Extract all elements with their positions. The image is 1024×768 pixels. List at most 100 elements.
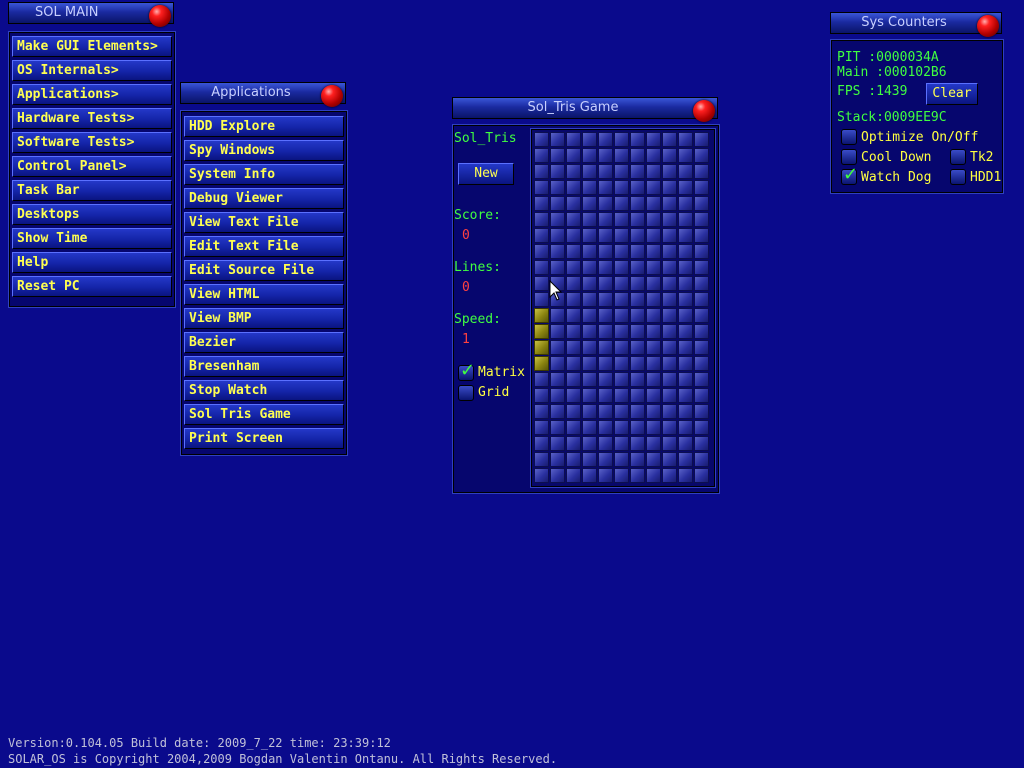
- board-cell: [550, 228, 565, 243]
- board-cell: [550, 260, 565, 275]
- soltris-title: Sol_Tris Game: [527, 100, 619, 115]
- menu-item-show-time[interactable]: Show Time: [12, 228, 172, 249]
- watch-dog-checkbox[interactable]: ✓: [841, 164, 858, 185]
- board-cell: [662, 308, 677, 323]
- cool-down-checkbox[interactable]: [841, 149, 857, 165]
- board-cell: [694, 260, 709, 275]
- menu-item-control-panel[interactable]: Control Panel>: [12, 156, 172, 177]
- board-cell: [694, 244, 709, 259]
- board-cell: [566, 292, 581, 307]
- menu-item-make-gui-elements[interactable]: Make GUI Elements>: [12, 36, 172, 57]
- board-cell: [566, 180, 581, 195]
- board-cell: [662, 468, 677, 483]
- menu-item-view-html[interactable]: View HTML: [184, 284, 344, 305]
- matrix-checkbox[interactable]: ✓: [458, 360, 475, 381]
- menu-item-reset-pc[interactable]: Reset PC: [12, 276, 172, 297]
- board-cell: [582, 228, 597, 243]
- board-cell: [614, 228, 629, 243]
- board-cell: [678, 228, 693, 243]
- board-cell: [598, 372, 613, 387]
- board-cell: [614, 260, 629, 275]
- board-cell: [582, 292, 597, 307]
- board-cell: [534, 196, 549, 211]
- menu-item-hdd-explore[interactable]: HDD Explore: [184, 116, 344, 137]
- board-cell: [598, 260, 613, 275]
- menu-item-stop-watch[interactable]: Stop Watch: [184, 380, 344, 401]
- close-ball-icon[interactable]: [149, 5, 171, 27]
- menu-item-help[interactable]: Help: [12, 252, 172, 273]
- menu-item-desktops[interactable]: Desktops: [12, 204, 172, 225]
- menu-item-bresenham[interactable]: Bresenham: [184, 356, 344, 377]
- menu-item-view-bmp[interactable]: View BMP: [184, 308, 344, 329]
- close-ball-icon[interactable]: [321, 85, 343, 107]
- board-cell: [582, 404, 597, 419]
- board-cell: [678, 148, 693, 163]
- board-cell: [694, 292, 709, 307]
- board-cell: [646, 164, 661, 179]
- board-cell: [678, 196, 693, 211]
- optimize-checkbox[interactable]: [841, 129, 857, 145]
- menu-item-print-screen[interactable]: Print Screen: [184, 428, 344, 449]
- sys-counters-titlebar[interactable]: Sys Counters: [830, 12, 1002, 37]
- board-cell: [678, 260, 693, 275]
- mouse-cursor-icon: [549, 280, 563, 301]
- board-cell: [662, 276, 677, 291]
- close-ball-icon[interactable]: [693, 100, 715, 122]
- optimize-label: Optimize On/Off: [861, 130, 979, 145]
- board-cell: [550, 452, 565, 467]
- board-cell: [614, 420, 629, 435]
- board-cell: [566, 372, 581, 387]
- board-cell: [694, 468, 709, 483]
- board-cell: [598, 388, 613, 403]
- menu-item-task-bar[interactable]: Task Bar: [12, 180, 172, 201]
- board-cell: [582, 308, 597, 323]
- applications-titlebar[interactable]: Applications: [180, 82, 346, 107]
- soltris-titlebar[interactable]: Sol_Tris Game: [452, 97, 718, 122]
- game-board[interactable]: [534, 132, 712, 484]
- board-cell: [646, 276, 661, 291]
- menu-item-edit-source-file[interactable]: Edit Source File: [184, 260, 344, 281]
- hdd1-checkbox[interactable]: [950, 169, 966, 185]
- board-cell: [566, 436, 581, 451]
- board-cell: [534, 388, 549, 403]
- board-cell: [582, 164, 597, 179]
- grid-checkbox[interactable]: [458, 385, 474, 401]
- tk2-label: Tk2: [970, 150, 994, 165]
- board-cell: [598, 356, 613, 371]
- menu-item-debug-viewer[interactable]: Debug Viewer: [184, 188, 344, 209]
- board-cell: [694, 228, 709, 243]
- soltris-window: Sol_Tris Game Sol_Tris New Score: 0 Line…: [452, 97, 722, 494]
- menu-item-view-text-file[interactable]: View Text File: [184, 212, 344, 233]
- board-cell: [598, 292, 613, 307]
- board-cell: [662, 436, 677, 451]
- board-cell: [582, 340, 597, 355]
- board-cell: [550, 164, 565, 179]
- board-cell: [614, 436, 629, 451]
- board-cell: [566, 452, 581, 467]
- board-cell: [582, 356, 597, 371]
- menu-item-hardware-tests[interactable]: Hardware Tests>: [12, 108, 172, 129]
- board-cell: [614, 308, 629, 323]
- board-cell: [598, 436, 613, 451]
- sol-main-titlebar[interactable]: SOL MAIN: [8, 2, 174, 27]
- applications-title: Applications: [211, 85, 291, 100]
- board-cell: [630, 148, 645, 163]
- new-game-button[interactable]: New: [458, 163, 514, 185]
- menu-item-system-info[interactable]: System Info: [184, 164, 344, 185]
- board-cell: [566, 164, 581, 179]
- tk2-checkbox[interactable]: [950, 149, 966, 165]
- board-cell: [582, 452, 597, 467]
- menu-item-software-tests[interactable]: Software Tests>: [12, 132, 172, 153]
- board-cell: [534, 244, 549, 259]
- board-cell: [694, 196, 709, 211]
- board-cell: [614, 404, 629, 419]
- menu-item-spy-windows[interactable]: Spy Windows: [184, 140, 344, 161]
- menu-item-bezier[interactable]: Bezier: [184, 332, 344, 353]
- board-cell: [630, 164, 645, 179]
- close-ball-icon[interactable]: [977, 15, 999, 37]
- menu-item-os-internals[interactable]: OS Internals>: [12, 60, 172, 81]
- menu-item-sol-tris-game[interactable]: Sol Tris Game: [184, 404, 344, 425]
- clear-button[interactable]: Clear: [926, 83, 978, 105]
- menu-item-applications[interactable]: Applications>: [12, 84, 172, 105]
- menu-item-edit-text-file[interactable]: Edit Text File: [184, 236, 344, 257]
